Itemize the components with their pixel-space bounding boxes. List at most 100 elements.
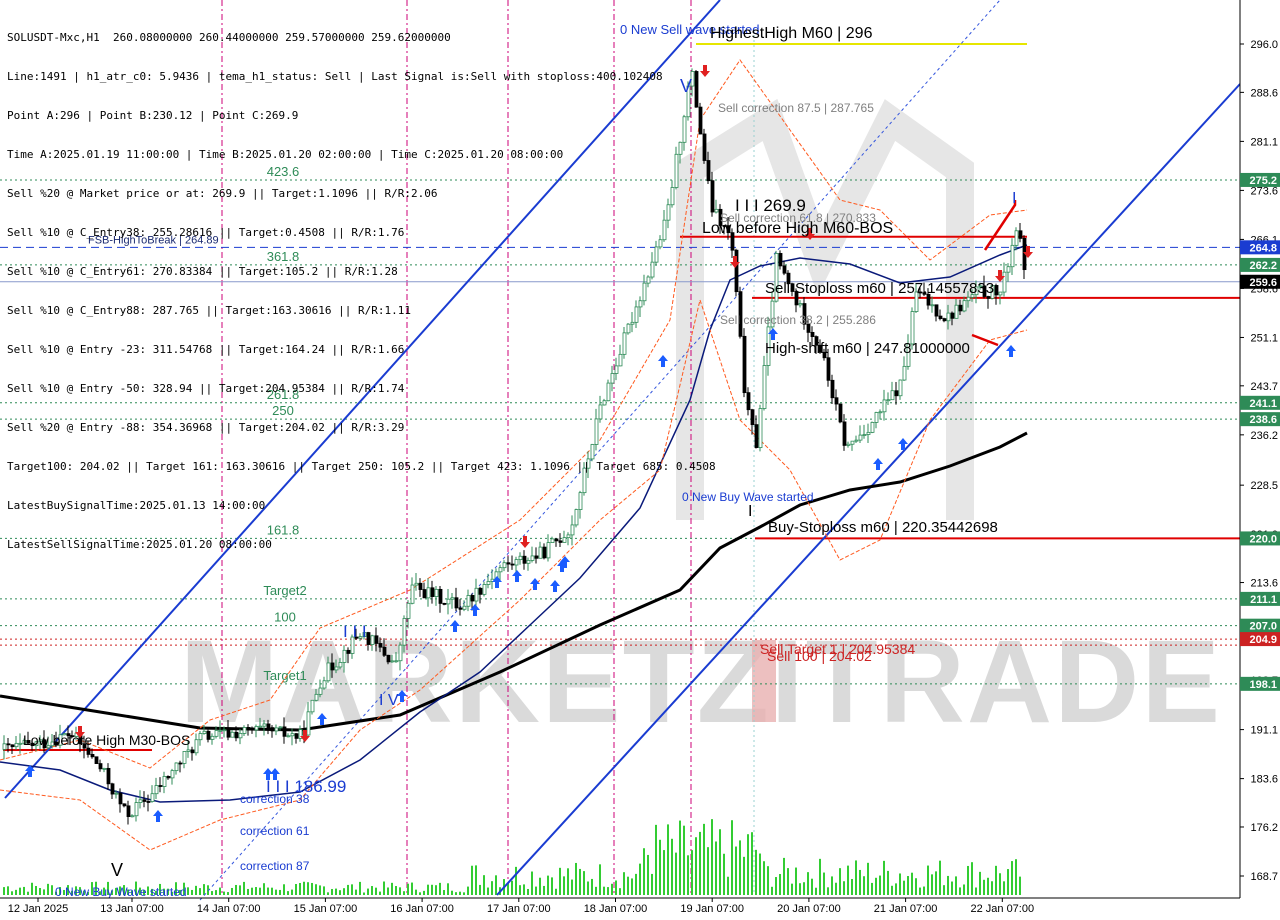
candle-body	[434, 588, 439, 597]
volume-bar	[979, 871, 981, 895]
volume-bar	[463, 892, 465, 895]
volume-bar	[483, 875, 485, 895]
price-tag-label: 204.9	[1249, 634, 1277, 646]
volume-bar	[343, 888, 345, 895]
candle-body	[338, 662, 343, 668]
candle-body	[318, 687, 323, 695]
volume-bar	[791, 883, 793, 895]
volume-bar	[743, 856, 745, 895]
price-tick-label: 228.5	[1250, 480, 1278, 492]
candle-body	[254, 726, 259, 731]
volume-bar	[239, 885, 241, 895]
candle-body	[170, 770, 175, 779]
volume-bar	[379, 891, 381, 895]
candle-body	[262, 723, 267, 727]
volume-bar	[1015, 859, 1017, 895]
volume-bar	[831, 876, 833, 895]
volume-bar	[639, 863, 641, 895]
volume-bar	[855, 860, 857, 895]
info-line: Sell %20 @ Entry -88: 354.36968 || Targe…	[7, 421, 405, 434]
volume-bar	[599, 864, 601, 895]
volume-bar	[939, 860, 941, 895]
candle-body	[454, 597, 459, 609]
candle-body	[282, 726, 287, 737]
candle-body	[414, 582, 419, 586]
volume-bar	[903, 880, 905, 895]
volume-bar	[723, 853, 725, 895]
candle-body	[950, 312, 955, 319]
volume-bar	[371, 886, 373, 895]
volume-bar	[423, 890, 425, 895]
candle-body	[314, 693, 319, 701]
candle-body	[778, 253, 783, 267]
candle-body	[466, 595, 471, 607]
volume-bar	[683, 825, 685, 895]
volume-bar	[827, 887, 829, 895]
volume-bar	[987, 877, 989, 895]
candle-body	[1010, 244, 1015, 268]
volume-bar	[255, 887, 257, 895]
volume-bar	[919, 887, 921, 895]
info-line: LatestSellSignalTime:2025.01.20 08:00:00	[7, 538, 272, 551]
volume-bar	[359, 881, 361, 895]
volume-bar	[47, 883, 49, 895]
volume-bar	[687, 855, 689, 895]
candle-body	[118, 792, 123, 805]
volume-bar	[711, 819, 713, 895]
volume-bar	[607, 887, 609, 895]
volume-bar	[235, 884, 237, 895]
volume-bar	[887, 870, 889, 895]
volume-bar	[511, 880, 513, 895]
candle-body	[334, 666, 339, 671]
candle-body	[758, 408, 763, 448]
candle-body	[258, 725, 263, 728]
annotation-label: Sell 100 | 204.02	[767, 648, 872, 664]
volume-bar	[263, 883, 265, 895]
volume-bar	[823, 872, 825, 895]
volume-bar	[955, 876, 957, 895]
candle-body	[954, 304, 959, 319]
candle-body	[374, 635, 379, 644]
volume-bar	[991, 881, 993, 895]
price-tick-label: 251.1	[1250, 332, 1278, 344]
time-tick-label: 20 Jan 07:00	[777, 903, 841, 915]
candle-body	[842, 421, 847, 446]
volume-bar	[1007, 869, 1009, 895]
volume-bar	[555, 888, 557, 895]
candle-body	[322, 680, 327, 689]
annotation-label: V	[111, 860, 123, 880]
volume-bar	[399, 887, 401, 895]
candle-body	[438, 588, 443, 604]
candle-body	[378, 643, 383, 648]
candle-body	[838, 403, 843, 423]
volume-bar	[451, 890, 453, 895]
candle-body	[2, 743, 7, 750]
candle-body	[742, 335, 747, 394]
candle-body	[190, 749, 195, 754]
volume-bar	[531, 871, 533, 895]
volume-bar	[31, 882, 33, 895]
candle-body	[266, 723, 271, 729]
time-tick-label: 12 Jan 2025	[8, 903, 69, 915]
candle-body	[410, 584, 415, 604]
candle-body	[798, 303, 803, 306]
volume-bar	[995, 865, 997, 895]
candle-body	[18, 742, 23, 745]
volume-bar	[559, 867, 561, 895]
volume-bar	[427, 884, 429, 895]
annotation-label: Low before High M30-BOS	[23, 732, 190, 748]
volume-bar	[767, 866, 769, 895]
volume-bar	[667, 824, 669, 895]
candle-body	[478, 587, 483, 595]
volume-bar	[231, 887, 233, 895]
volume-bar	[643, 848, 645, 895]
candle-body	[402, 618, 407, 646]
candle-body	[782, 265, 787, 274]
volume-bar	[515, 866, 517, 895]
candle-body	[418, 582, 423, 590]
candle-body	[898, 379, 903, 397]
candle-body	[342, 649, 347, 663]
volume-bar	[319, 885, 321, 895]
candle-body	[206, 730, 211, 740]
price-tag-label: 264.8	[1249, 242, 1277, 254]
